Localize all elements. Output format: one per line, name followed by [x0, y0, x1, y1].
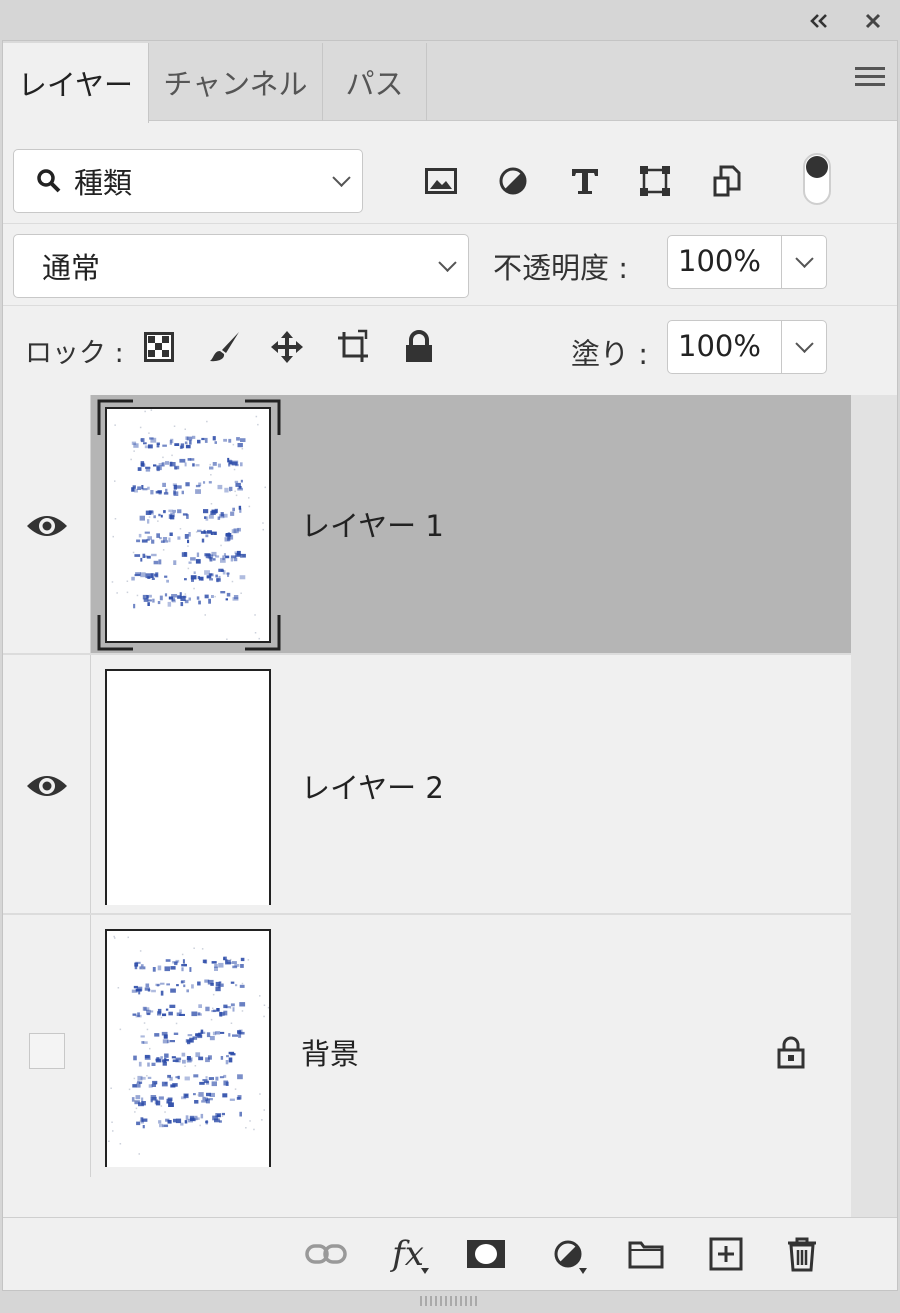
adjustment-filter-icon[interactable]	[491, 159, 535, 203]
lock-image-icon[interactable]	[203, 325, 247, 369]
layers-bottom-bar: fx	[3, 1217, 897, 1290]
delete-layer-icon[interactable]	[779, 1232, 825, 1276]
fill-field[interactable]: 100%	[667, 320, 827, 374]
layer-lock-icon	[777, 1036, 805, 1069]
visibility-column	[3, 395, 91, 653]
fill-label: 塗り :	[571, 337, 648, 371]
fx-label: fx	[392, 1234, 424, 1274]
opacity-field[interactable]: 100%	[667, 235, 827, 289]
panel-titlebar	[0, 0, 900, 40]
layer-thumbnail[interactable]	[105, 669, 271, 905]
eye-icon[interactable]	[25, 511, 69, 541]
layer-row-background[interactable]: 背景	[3, 915, 851, 1177]
filter-kind-label: 種類	[74, 166, 133, 200]
fill-chevron-icon[interactable]	[795, 334, 814, 353]
tab-layers[interactable]: レイヤー	[3, 43, 149, 123]
visibility-column	[3, 915, 91, 1177]
lock-all-icon[interactable]	[397, 325, 441, 369]
new-layer-icon[interactable]	[703, 1232, 749, 1276]
opacity-value: 100%	[678, 244, 761, 278]
type-filter-icon[interactable]	[563, 159, 607, 203]
layers-panel: レイヤー チャンネル パス 種類 通常 不透明度 : 100% ロック: 塗り…	[2, 40, 898, 1291]
new-adjustment-icon[interactable]	[545, 1232, 591, 1276]
layer-row-2[interactable]: レイヤー 2	[3, 655, 851, 913]
document-scan-image	[108, 935, 269, 1155]
fill-value: 100%	[678, 329, 761, 363]
shape-filter-icon[interactable]	[633, 159, 677, 203]
layer-name[interactable]: 背景	[301, 1031, 359, 1073]
layer-name[interactable]: レイヤー 2	[301, 765, 444, 807]
smart-object-filter-icon[interactable]	[705, 159, 749, 203]
tab-channels[interactable]: チャンネル	[149, 43, 323, 121]
panel-menu-icon[interactable]	[855, 67, 885, 91]
close-panel-icon[interactable]	[860, 8, 886, 34]
link-layers-icon[interactable]	[303, 1232, 349, 1276]
eye-icon[interactable]	[25, 771, 69, 801]
layer-name[interactable]: レイヤー 1	[301, 503, 444, 545]
image-filter-icon[interactable]	[419, 159, 463, 203]
opacity-label: 不透明度 :	[493, 251, 628, 285]
thumbnail-selection-corners	[97, 399, 281, 651]
visibility-column	[3, 655, 91, 913]
layer-row-1[interactable]: レイヤー 1	[3, 395, 851, 653]
filter-kind-dropdown[interactable]: 種類	[13, 149, 363, 213]
opacity-chevron-icon[interactable]	[795, 249, 814, 268]
blend-mode-dropdown[interactable]: 通常	[13, 234, 469, 298]
layers-scrollbar[interactable]	[851, 395, 897, 1225]
new-group-icon[interactable]	[623, 1232, 669, 1276]
filter-toggle-icon[interactable]	[795, 151, 839, 207]
layer-style-icon[interactable]: fx	[385, 1232, 431, 1276]
layers-list: レイヤー 1 レイヤー 2 背景	[3, 395, 851, 1181]
lock-position-icon[interactable]	[265, 325, 309, 369]
lock-artboard-icon[interactable]	[331, 325, 375, 369]
visibility-toggle-empty[interactable]	[29, 1033, 65, 1069]
lock-transparent-icon[interactable]	[137, 325, 181, 369]
lock-label: ロック :	[25, 338, 124, 369]
blend-mode-value: 通常	[42, 251, 101, 285]
layer-thumbnail[interactable]	[105, 929, 271, 1167]
panel-resize-grip[interactable]	[420, 1296, 480, 1306]
collapse-panel-icon[interactable]	[806, 8, 832, 34]
search-icon	[36, 168, 62, 194]
tab-paths[interactable]: パス	[323, 43, 427, 121]
panel-tabs: レイヤー チャンネル パス	[3, 41, 897, 123]
add-mask-icon[interactable]	[463, 1232, 509, 1276]
